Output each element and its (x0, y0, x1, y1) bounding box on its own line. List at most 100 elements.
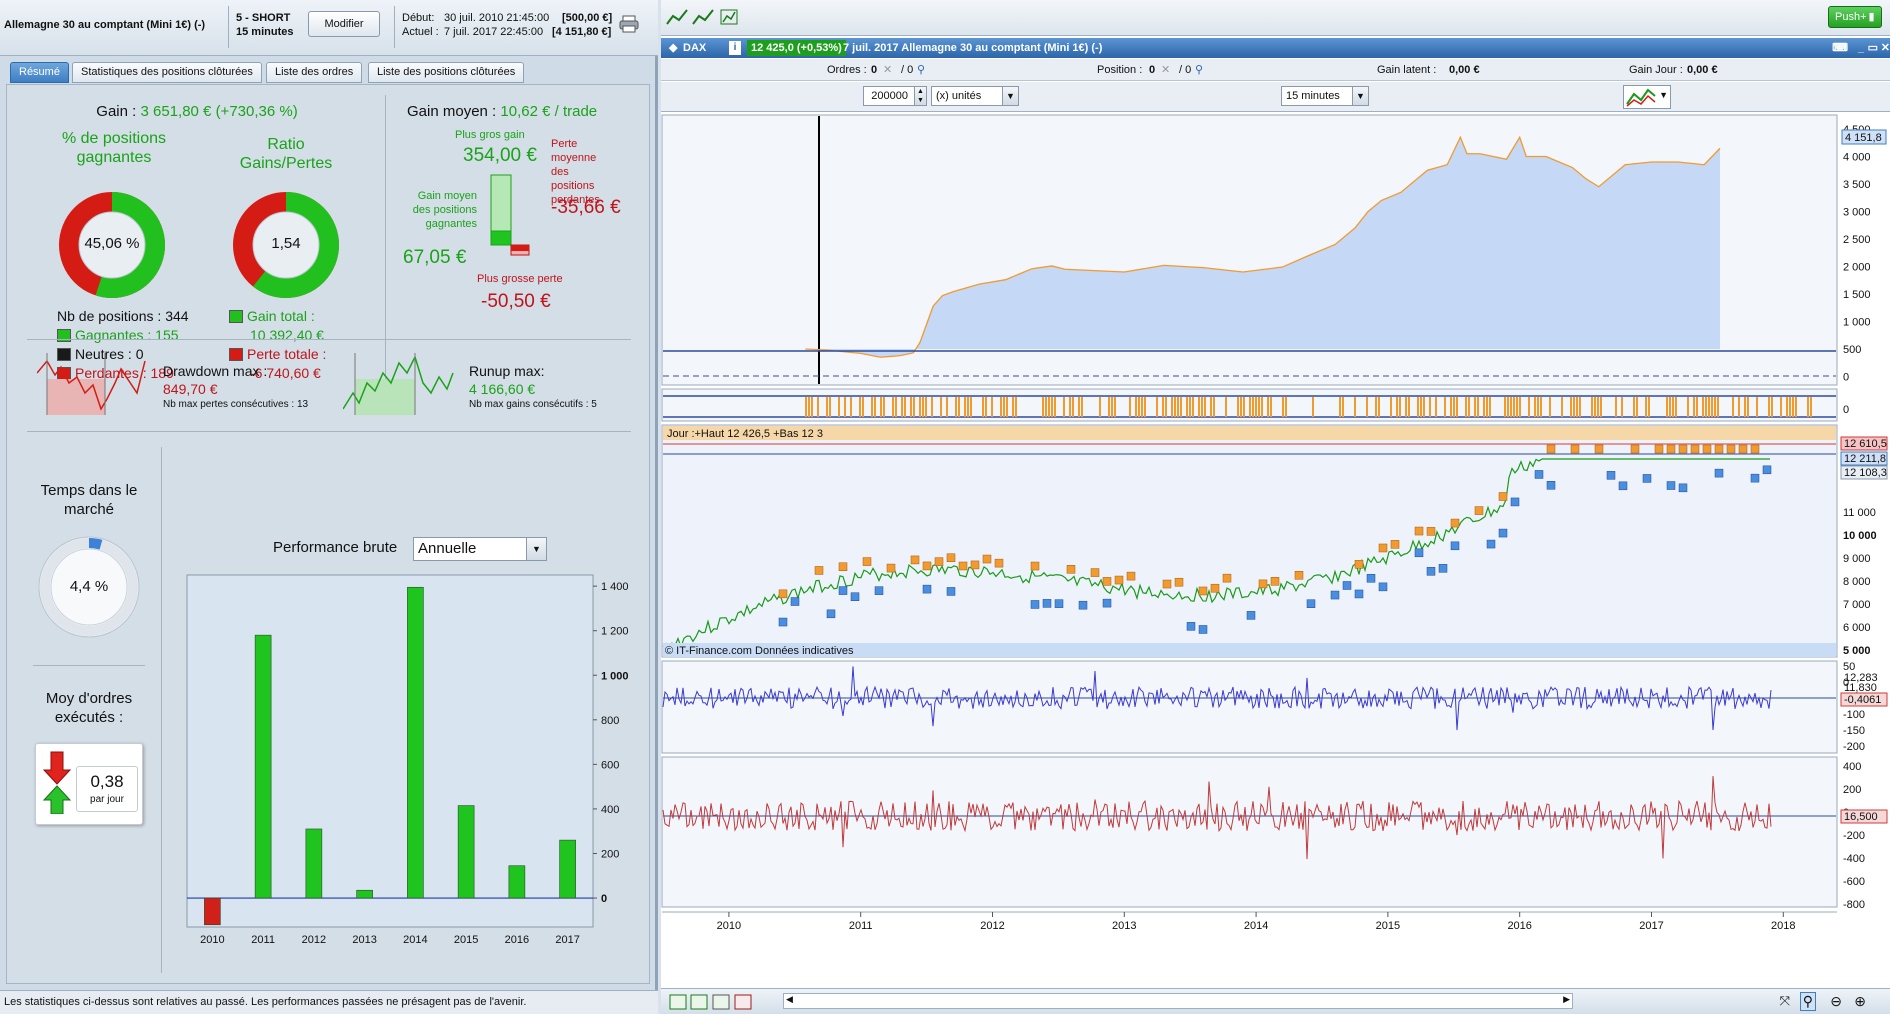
debut-label: Début: (402, 12, 435, 24)
ind2-ytick: 400 (1843, 761, 1861, 773)
price-panel (661, 424, 1838, 658)
perf-label: Performance brute (273, 539, 398, 556)
interval-value: 15 minutes (1286, 90, 1340, 102)
indicator2-panel (661, 756, 1838, 908)
ind2-ytick: -600 (1843, 876, 1865, 888)
scroll-left-icon[interactable]: ◀ (786, 994, 793, 1005)
perf-bar-2012 (305, 828, 323, 899)
instrument-name: DAX (683, 42, 707, 54)
gain-total-label: Gain total : (247, 308, 315, 324)
chart-style-button[interactable]: ▼ (1623, 85, 1671, 109)
perf-category-2015: 2015 (454, 934, 478, 946)
perf-category-2013: 2013 (352, 934, 376, 946)
tab-liste-positions[interactable]: Liste des positions clôturées (368, 62, 525, 83)
plus-gros-gain-label: Plus gros gain (455, 129, 525, 141)
strategy-title: Allemagne 30 au comptant (Mini 1€) (-) (4, 19, 206, 31)
perf-period-value: Annuelle (418, 540, 477, 557)
chevron-down-icon[interactable]: ▼ (1002, 87, 1018, 105)
order-arrows-icon (42, 751, 72, 814)
units-select[interactable]: (x) unités ▼ (931, 86, 1019, 106)
ordres-slash: / 0 (901, 64, 914, 76)
tab-statistiques[interactable]: Statistiques des positions clôturées (72, 62, 262, 83)
chart-toolbar: Push+ ▮ (661, 0, 1890, 36)
printer-icon[interactable] (618, 14, 640, 34)
perf-bar-2013 (356, 889, 373, 899)
nb-positions-label: Nb de positions : (57, 308, 162, 324)
ind2-ytick: 200 (1843, 784, 1861, 796)
position-axis-zero: 0 (1843, 404, 1849, 416)
ind1-ytick: -150 (1843, 725, 1865, 737)
temps-ring: 4,4 % (33, 531, 145, 643)
ordres-label: Ordres : (827, 64, 867, 76)
data-source-label: © IT-Finance.com Données indicatives (665, 645, 854, 657)
quantity-input[interactable]: 200000 ▲ ▼ (863, 86, 927, 106)
moy-ordres-unit: par jour (90, 794, 124, 805)
perf-bar-2011 (254, 634, 272, 899)
performance-bar-chart: 1 400 1 200 1 000 800 600 400 200 0 2010 2011 201… (186, 574, 629, 946)
x-year-label: 2017 (1639, 920, 1663, 932)
nb-positions-value: 344 (165, 308, 189, 324)
price-tag-0: 12 610,5 (1844, 438, 1887, 450)
runup-sub: Nb max gains consécutifs : 5 (469, 399, 597, 410)
minimize-icon[interactable]: _ (1858, 38, 1864, 58)
interval-select[interactable]: 15 minutes ▼ (1281, 86, 1369, 106)
x-year-label: 2011 (849, 920, 873, 932)
scroll-right-icon[interactable]: ▶ (1563, 994, 1570, 1005)
bottom-tools-icons[interactable] (669, 993, 779, 1011)
chevron-down-icon[interactable]: ▼ (1352, 87, 1368, 105)
modify-button[interactable]: Modifier (308, 11, 380, 37)
zoom-out-icon[interactable]: ⊖ (1830, 993, 1842, 1010)
quantity-stepper-icon[interactable]: ▲ ▼ (914, 87, 926, 105)
restore-icon[interactable]: ▭ (1868, 38, 1878, 58)
chevron-down-icon[interactable]: ▼ (1659, 90, 1668, 100)
ordres-cancel-icon[interactable]: ✕ (883, 59, 892, 81)
tab-liste-ordres[interactable]: Liste des ordres (266, 62, 363, 83)
perf-bar-2014 (407, 586, 424, 899)
gain-moyen-pos-value: 67,05 € (403, 247, 467, 268)
x-year-label: 2018 (1771, 920, 1795, 932)
price-ytick: 10 000 (1843, 530, 1877, 542)
pct-win-ring: 45,06 % (57, 190, 167, 300)
equity-ytick: 1 000 (1843, 317, 1871, 329)
price-chart-area: 4 5004 0003 5003 0002 5002 0001 5001 000… (661, 114, 1888, 932)
position-label: Position : (1097, 64, 1143, 76)
disclaimer-footer: Les statistiques ci-dessus sont relative… (0, 990, 658, 1014)
perf-ytick: 800 (601, 715, 619, 727)
chart-title: 7 juil. 2017 Allemagne 30 au comptant (M… (843, 42, 1103, 54)
drawing-tools-icons[interactable] (665, 6, 745, 30)
equity-ytick: 4 000 (1843, 152, 1871, 164)
zoom-in-icon[interactable]: ⊕ (1854, 993, 1866, 1010)
perf-ytick: 1 200 (601, 626, 629, 638)
chart-title-bar: ◆ DAX i 12 425,0 (+0,53%) 7 juil. 2017 A… (661, 38, 1890, 58)
gain-moyen-pos-label: Gain moyen des positions gagnantes (412, 190, 477, 230)
moy-ordres-card: 0,38 par jour (35, 743, 143, 825)
actuel-date: 7 juil. 2017 22:45:00 (444, 26, 544, 38)
position-search-icon[interactable]: ⚲ (1195, 59, 1203, 81)
zoom-tool-icon[interactable]: ⤧ (1780, 993, 1790, 1009)
ind1-ytick: -200 (1843, 741, 1865, 753)
gain-jour-value: 0,00 € (1687, 64, 1718, 76)
chart-scrollbar[interactable]: ◀ ▶ (783, 993, 1573, 1009)
price-day-label: Jour :+Haut 12 426,5 +Bas 12 3 (667, 428, 823, 440)
temps-value: 4,4 % (69, 578, 109, 595)
instrument-quote: 12 425,0 (+0,53%) (747, 40, 846, 56)
position-cancel-icon[interactable]: ✕ (1161, 59, 1170, 81)
order-controls: 200000 ▲ ▼ (x) unités ▼ 15 minutes ▼ ▼ (661, 82, 1890, 112)
x-year-label: 2016 (1507, 920, 1531, 932)
info-icon[interactable]: i (729, 41, 741, 55)
perf-category-2010: 2010 (200, 934, 224, 946)
chart-collapse-icon[interactable]: ◆ (669, 38, 677, 58)
ind2-ytick: -400 (1843, 853, 1865, 865)
gain-jour-label: Gain Jour : (1629, 64, 1683, 76)
ordres-search-icon[interactable]: ⚲ (917, 59, 925, 81)
perf-period-select[interactable]: Annuelle ▼ (413, 537, 547, 561)
zoom-area-icon[interactable]: ⚲ (1799, 992, 1816, 1011)
keyboard-icon[interactable]: ⌨ (1832, 38, 1848, 58)
ind1-ytick: -100 (1843, 709, 1865, 721)
close-icon[interactable]: ✕ (1881, 38, 1890, 58)
chevron-down-icon[interactable]: ▼ (526, 538, 546, 560)
push-button[interactable]: Push+ ▮ (1828, 6, 1882, 28)
tab-resume[interactable]: Résumé (10, 62, 69, 83)
gain-moyen-label: Gain moyen : (407, 103, 497, 120)
chart-style-icon (1626, 88, 1656, 107)
